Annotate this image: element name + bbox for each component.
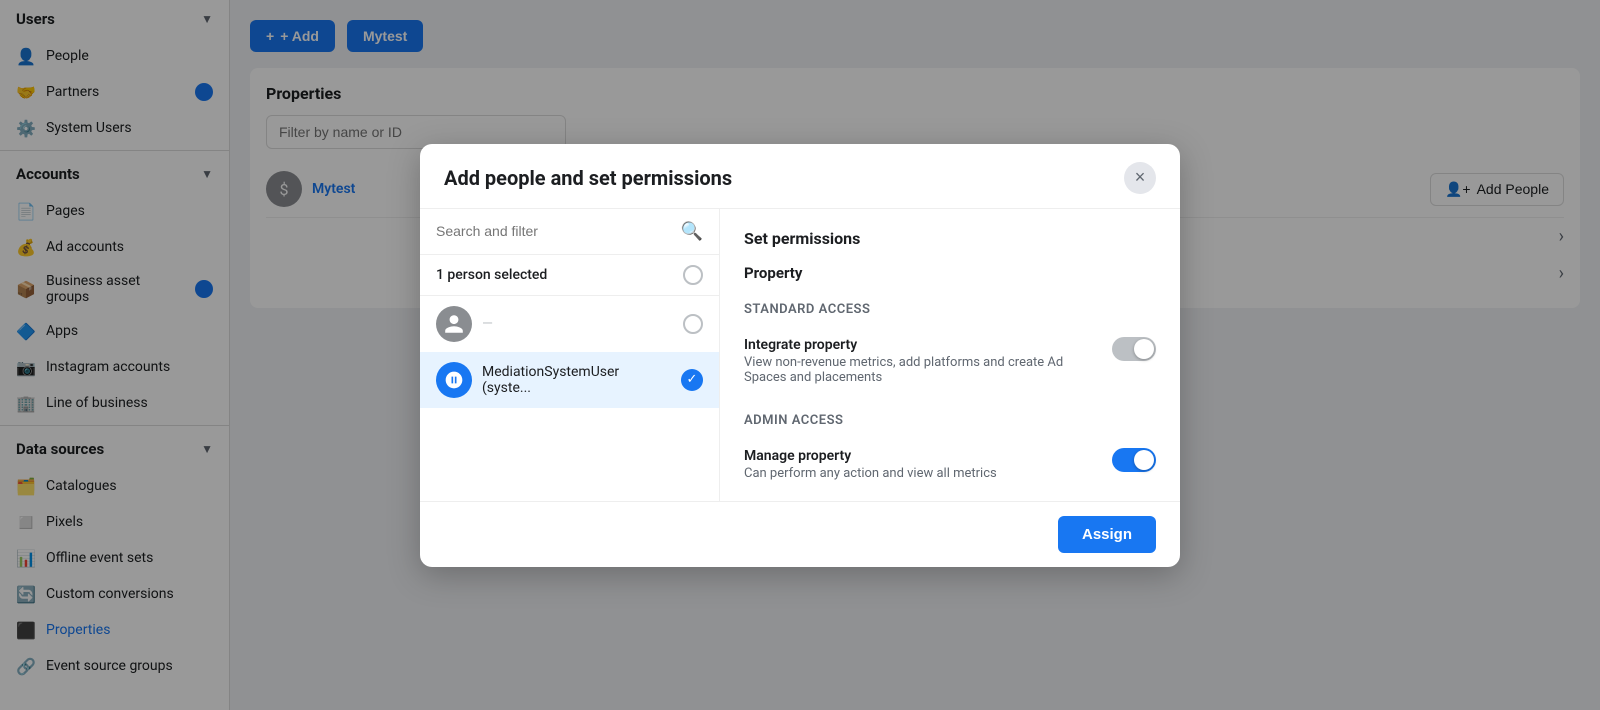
- integrate-property-desc: View non-revenue metrics, add platforms …: [744, 355, 1100, 385]
- modal-body: 🔍 1 person selected —: [420, 209, 1180, 501]
- search-input[interactable]: [436, 223, 673, 239]
- deselect-all-radio[interactable]: [683, 265, 703, 285]
- integrate-property-item: Integrate property View non-revenue metr…: [744, 337, 1156, 385]
- user-generic-radio[interactable]: [683, 314, 703, 334]
- integrate-toggle-thumb: [1134, 339, 1154, 359]
- assign-button[interactable]: Assign: [1058, 516, 1156, 553]
- list-item[interactable]: —: [420, 296, 719, 352]
- mediation-user-name: MediationSystemUser (syste...: [482, 364, 671, 396]
- integrate-property-name: Integrate property: [744, 337, 1100, 353]
- modal-footer: Assign: [420, 501, 1180, 567]
- modal: Add people and set permissions × 🔍 1 per…: [420, 144, 1180, 567]
- manage-property-toggle[interactable]: [1112, 448, 1156, 472]
- search-box: 🔍: [420, 209, 719, 255]
- manage-property-item: Manage property Can perform any action a…: [744, 448, 1156, 481]
- mediation-user-avatar: [436, 362, 472, 398]
- user-generic-name: —: [482, 316, 673, 332]
- admin-access-label: Admin access: [744, 413, 1156, 428]
- property-label: Property: [744, 264, 1156, 282]
- manage-property-desc: Can perform any action and view all metr…: [744, 466, 997, 481]
- modal-left-panel: 🔍 1 person selected —: [420, 209, 720, 501]
- user-list: — MediationSystemUser (syste... ✓: [420, 296, 719, 501]
- manage-toggle-track: [1112, 448, 1156, 472]
- standard-access-label: Standard access: [744, 302, 1156, 317]
- modal-overlay: Add people and set permissions × 🔍 1 per…: [0, 0, 1600, 710]
- search-icon: 🔍: [681, 221, 703, 242]
- modal-header: Add people and set permissions ×: [420, 144, 1180, 209]
- list-item[interactable]: MediationSystemUser (syste... ✓: [420, 352, 719, 408]
- integrate-property-toggle[interactable]: [1112, 337, 1156, 361]
- mediation-user-check: ✓: [681, 369, 703, 391]
- manage-property-name: Manage property: [744, 448, 997, 464]
- modal-title: Add people and set permissions: [444, 166, 732, 190]
- manage-toggle-thumb: [1134, 450, 1154, 470]
- modal-close-button[interactable]: ×: [1124, 162, 1156, 194]
- selected-count: 1 person selected: [436, 267, 547, 283]
- user-generic-avatar: [436, 306, 472, 342]
- integrate-toggle-track: [1112, 337, 1156, 361]
- close-icon: ×: [1135, 167, 1146, 188]
- modal-right-panel: Set permissions Property Standard access…: [720, 209, 1180, 501]
- permissions-title: Set permissions: [744, 229, 1156, 248]
- selected-count-row: 1 person selected: [420, 255, 719, 296]
